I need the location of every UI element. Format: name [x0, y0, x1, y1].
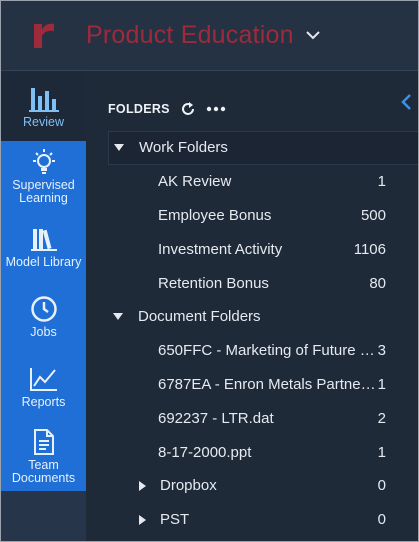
folder-item[interactable]: 8-17-2000.ppt 1: [108, 435, 418, 469]
bar-chart-icon: [28, 84, 59, 114]
folder-item[interactable]: 650FFC - Marketing of Future Products 3: [108, 334, 418, 368]
folder-count: 1: [377, 443, 386, 461]
sidebar-nav: Review Supervised Learning Model Library…: [1, 71, 86, 541]
folder-item[interactable]: AK Review 1: [108, 165, 418, 199]
subfolder-dropbox[interactable]: Dropbox 0: [108, 469, 418, 503]
folder-label: PST: [160, 511, 190, 529]
document-icon: [32, 427, 56, 457]
more-options-icon[interactable]: [206, 106, 226, 112]
folder-item[interactable]: 692237 - LTR.dat 2: [108, 401, 418, 435]
folder-group-label: Document Folders: [138, 308, 261, 326]
sidebar-item-reports[interactable]: Reports: [1, 351, 86, 421]
folder-count: 2: [377, 409, 386, 427]
sidebar-item-label: Model Library: [5, 254, 82, 269]
subfolder-pst[interactable]: PST 0: [108, 503, 418, 537]
caret-right-icon[interactable]: [136, 480, 148, 491]
sidebar-item-label: Reports: [21, 394, 66, 409]
refresh-icon[interactable]: [180, 101, 196, 117]
folder-count: 0: [377, 477, 386, 495]
folder-label: Employee Bonus: [158, 206, 272, 224]
folder-item[interactable]: Retention Bonus 80: [108, 266, 418, 300]
chevron-down-icon[interactable]: [305, 31, 320, 40]
sidebar-item-model-library[interactable]: Model Library: [1, 211, 86, 281]
folder-item[interactable]: 6787EA - Enron Metals Partnership 1: [108, 368, 418, 402]
r-logo-icon[interactable]: [1, 1, 86, 71]
folder-label: 650FFC - Marketing of Future Products: [158, 342, 378, 360]
folder-label: Investment Activity: [158, 240, 283, 258]
caret-down-icon[interactable]: [109, 144, 129, 152]
folder-count: 1: [377, 375, 386, 393]
sidebar-item-jobs[interactable]: Jobs: [1, 281, 86, 351]
clock-icon: [30, 294, 58, 324]
folder-label: Dropbox: [160, 477, 217, 495]
panel-header: FOLDERS: [108, 101, 226, 117]
sidebar-item-label: Review: [23, 114, 64, 129]
folder-count: 80: [369, 274, 386, 292]
panel-title: FOLDERS: [108, 102, 170, 116]
sidebar-item-label: Supervised Learning: [12, 178, 75, 205]
folder-count: 1: [377, 173, 386, 191]
sidebar-item-team-documents[interactable]: Team Documents: [1, 421, 86, 491]
folder-label: AK Review: [158, 173, 232, 191]
app-title[interactable]: Product Education: [86, 21, 294, 50]
sidebar-item-label: Jobs: [30, 324, 57, 339]
top-bar: Product Education: [1, 1, 418, 71]
lightbulb-icon: [29, 147, 59, 177]
books-icon: [30, 224, 58, 254]
sidebar-item-supervised-learning[interactable]: Supervised Learning: [1, 141, 86, 211]
folder-item[interactable]: Investment Activity 1106: [108, 232, 418, 266]
folders-panel: FOLDERS Work Folders AK Review 1 Employe…: [86, 71, 418, 541]
folder-group-document-folders[interactable]: Document Folders: [108, 300, 418, 334]
folder-count: 500: [360, 206, 386, 224]
line-chart-icon: [29, 364, 59, 394]
folder-item[interactable]: Employee Bonus 500: [108, 199, 418, 233]
sidebar-item-label: Team Documents: [11, 458, 76, 485]
folder-label: 692237 - LTR.dat: [158, 409, 274, 427]
folder-label: Retention Bonus: [158, 274, 269, 292]
caret-down-icon[interactable]: [108, 313, 128, 321]
caret-right-icon[interactable]: [136, 514, 148, 525]
sidebar-item-review[interactable]: Review: [1, 71, 86, 141]
folder-group-label: Work Folders: [139, 139, 228, 157]
folder-label: 6787EA - Enron Metals Partnership: [158, 375, 378, 393]
folder-count: 3: [377, 342, 386, 360]
collapse-panel-icon[interactable]: [400, 93, 412, 116]
folder-count: 0: [377, 511, 386, 529]
folder-tree: Work Folders AK Review 1 Employee Bonus …: [108, 131, 418, 537]
folder-group-work-folders[interactable]: Work Folders: [108, 131, 418, 165]
folder-label: 8-17-2000.ppt: [158, 443, 252, 461]
folder-count: 1106: [353, 240, 386, 258]
